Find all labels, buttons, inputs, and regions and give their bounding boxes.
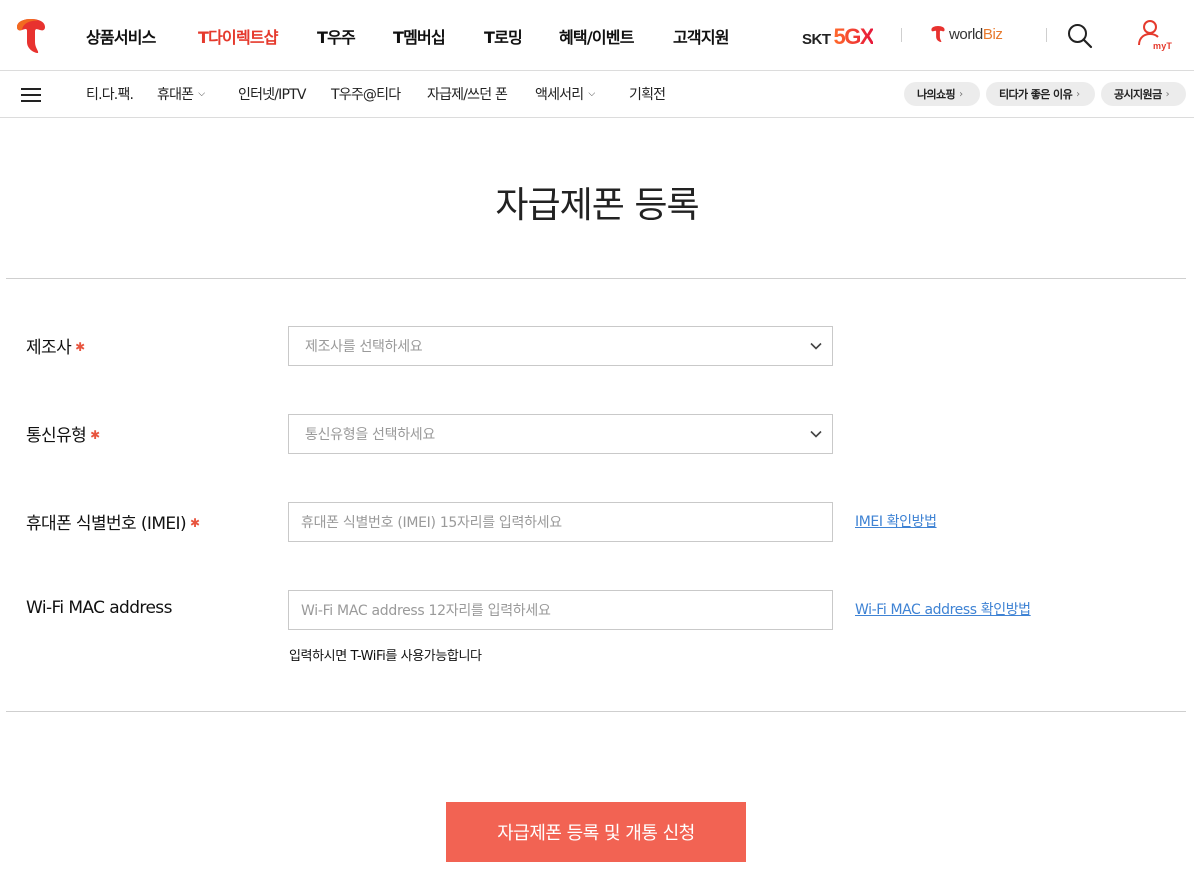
- wifi-mac-hint: 입력하시면 T-WiFi를 사용가능합니다: [289, 649, 482, 664]
- quick-link-my-shopping[interactable]: 나의쇼핑 ›: [904, 82, 980, 106]
- quick-link-subsidy[interactable]: 공시지원금 ›: [1101, 82, 1186, 106]
- imei-label: 휴대폰 식별번호 (IMEI) ✱: [26, 514, 200, 534]
- subnav-item-tidapack[interactable]: 티.다.팩.: [86, 84, 157, 104]
- manufacturer-label: 제조사 ✱: [26, 338, 85, 358]
- wifi-mac-input[interactable]: Wi-Fi MAC address 12자리를 입력하세요: [288, 590, 833, 630]
- required-mark: ✱: [90, 428, 100, 442]
- sub-nav: 티.다.팩. 휴대폰 ⌵ 인터넷/IPTV T우주@티다 자급제/쓰던 폰 액세서…: [86, 84, 666, 104]
- global-nav: 상품서비스 T다이렉트샵 T우주 T멤버십 T로밍 혜택/이벤트 고객지원: [86, 24, 753, 48]
- chevron-right-icon: ›: [1165, 88, 1170, 100]
- gnb-item-benefit-event[interactable]: 혜택/이벤트: [559, 24, 673, 48]
- myt-label: myT: [1153, 41, 1173, 51]
- wifi-mac-label: Wi-Fi MAC address: [26, 598, 172, 618]
- 5gx-brand-text: 5GX: [833, 24, 875, 49]
- worldbiz-text: worldBiz: [949, 25, 1003, 43]
- skt-brand-text: SKT: [802, 31, 831, 48]
- header-divider: [1046, 28, 1047, 42]
- subnav-item-phone[interactable]: 휴대폰 ⌵: [157, 84, 238, 104]
- imei-help-link[interactable]: IMEI 확인방법: [855, 511, 937, 531]
- gnb-item-t-universe[interactable]: T우주: [317, 24, 393, 48]
- chevron-right-icon: ›: [1076, 88, 1080, 100]
- sub-nav-bar: 티.다.팩. 휴대폰 ⌵ 인터넷/IPTV T우주@티다 자급제/쓰던 폰 액세서…: [0, 71, 1194, 118]
- required-mark: ✱: [190, 516, 200, 530]
- manufacturer-select[interactable]: 제조사를 선택하세요: [288, 326, 833, 366]
- imei-input[interactable]: 휴대폰 식별번호 (IMEI) 15자리를 입력하세요: [288, 502, 833, 542]
- required-mark: ✱: [75, 340, 85, 354]
- wifi-mac-help-link[interactable]: Wi-Fi MAC address 확인방법: [855, 599, 1031, 619]
- search-icon[interactable]: [1066, 22, 1094, 50]
- register-and-activate-button[interactable]: 자급제폰 등록 및 개통 신청: [446, 802, 746, 862]
- quick-link-why-tida[interactable]: 티다가 좋은 이유 ›: [986, 82, 1095, 106]
- myt-account-button[interactable]: myT: [1137, 19, 1177, 55]
- t-worldbiz-icon: [931, 26, 945, 42]
- gnb-item-t-direct-shop[interactable]: T다이렉트샵: [198, 24, 317, 48]
- hamburger-menu-icon[interactable]: [21, 88, 41, 102]
- top-header: 상품서비스 T다이렉트샵 T우주 T멤버십 T로밍 혜택/이벤트 고객지원 SK…: [0, 0, 1194, 71]
- header-divider: [901, 28, 902, 42]
- skt-5gx-logo[interactable]: SKT 5GX: [802, 24, 875, 50]
- chevron-down-icon: ⌵: [588, 89, 595, 99]
- carrier-type-select[interactable]: 통신유형을 선택하세요: [288, 414, 833, 454]
- gnb-item-t-membership[interactable]: T멤버십: [393, 24, 484, 48]
- wifi-mac-placeholder: Wi-Fi MAC address 12자리를 입력하세요: [301, 603, 551, 619]
- subnav-item-promotion[interactable]: 기획전: [629, 84, 666, 104]
- chevron-down-icon: [810, 430, 822, 438]
- chevron-down-icon: ⌵: [198, 89, 205, 99]
- gnb-item-product-service[interactable]: 상품서비스: [86, 24, 198, 48]
- gnb-item-customer-support[interactable]: 고객지원: [673, 24, 753, 48]
- carrier-type-label: 통신유형 ✱: [26, 426, 100, 446]
- chevron-down-icon: [810, 342, 822, 350]
- page-title: 자급제폰 등록: [495, 185, 699, 226]
- subnav-item-unlocked-used-phone[interactable]: 자급제/쓰던 폰: [427, 84, 535, 104]
- subnav-item-accessory[interactable]: 액세서리 ⌵: [535, 84, 629, 104]
- gnb-item-t-roaming[interactable]: T로밍: [484, 24, 559, 48]
- chevron-right-icon: ›: [959, 88, 963, 100]
- form-bottom-divider: [6, 711, 1186, 712]
- form-top-divider: [6, 278, 1186, 279]
- subnav-item-internet-iptv[interactable]: 인터넷/IPTV: [238, 84, 331, 104]
- imei-placeholder: 휴대폰 식별번호 (IMEI) 15자리를 입력하세요: [301, 515, 562, 531]
- t-logo-icon[interactable]: [14, 18, 48, 54]
- subnav-item-t-universe-tida[interactable]: T우주@티다: [331, 84, 427, 104]
- worldbiz-logo[interactable]: worldBiz: [930, 25, 1003, 43]
